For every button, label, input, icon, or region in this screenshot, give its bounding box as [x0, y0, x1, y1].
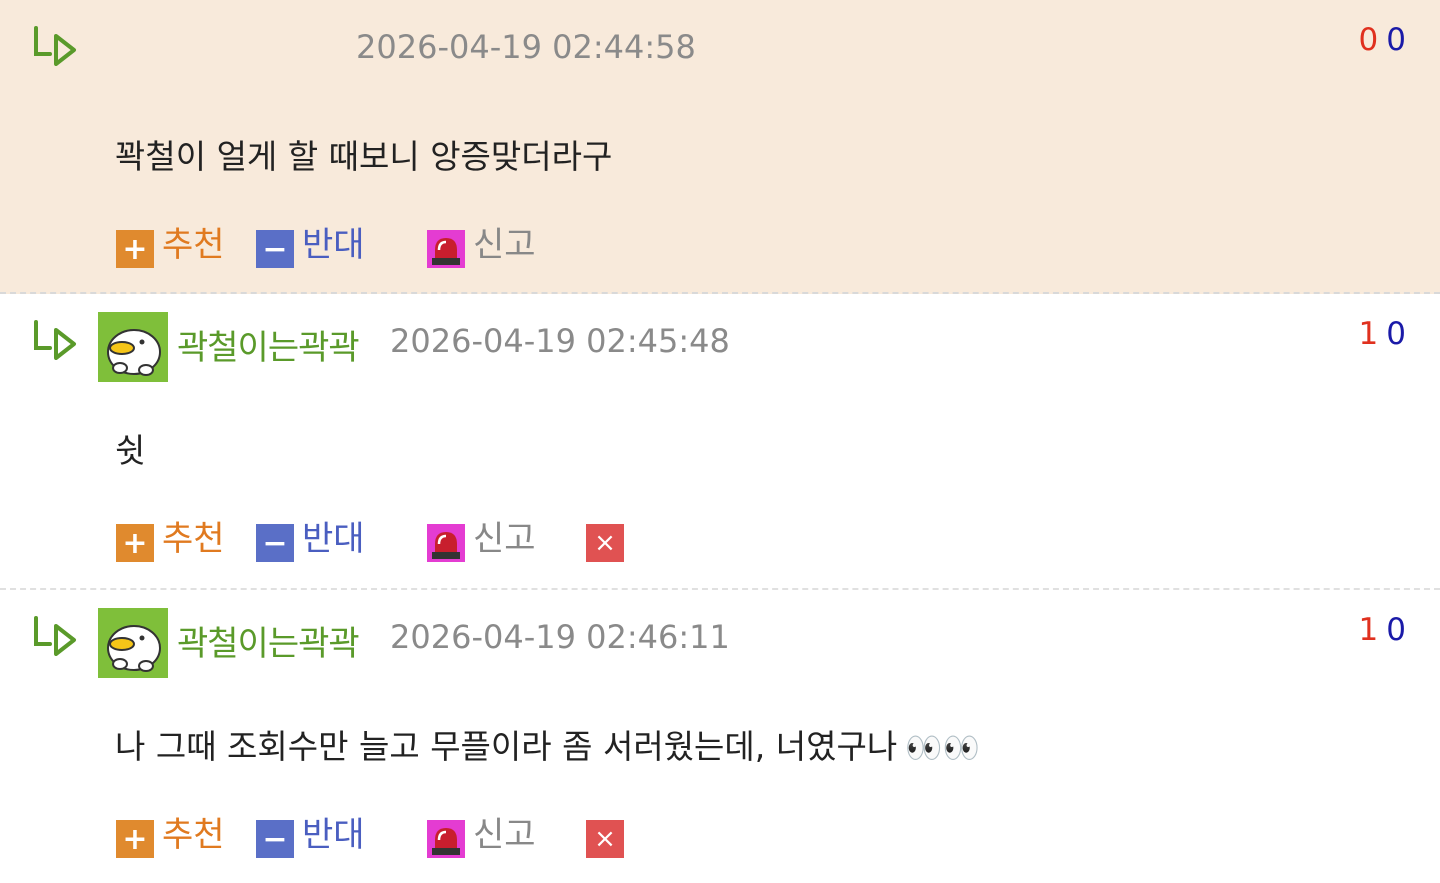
comment-item: 곽철이는곽곽 2026-04-19 02:45:48 10 쉿 + 추천 − 반…: [0, 294, 1440, 590]
comment-datetime: 2026-04-19 02:46:11: [390, 618, 730, 656]
delete-button[interactable]: ×: [586, 516, 632, 562]
oppose-label: 반대: [302, 225, 365, 265]
recommend-label: 추천: [162, 815, 225, 855]
nickname[interactable]: 곽철이는곽곽: [177, 616, 360, 665]
eyes-emoji: 👀👀: [905, 731, 980, 766]
down-vote-count: 0: [1386, 22, 1406, 58]
comment-actions: + 추천 − 반대 신고 ×: [116, 516, 676, 562]
report-label: 신고: [473, 225, 536, 265]
down-vote-count: 0: [1386, 612, 1406, 648]
comment-body: 쉿: [115, 431, 146, 470]
comment-datetime: 2026-04-19 02:45:48: [390, 322, 730, 360]
comment-body: 나 그때 조회수만 늘고 무플이라 좀 서러웠는데, 너였구나: [115, 727, 898, 766]
recommend-label: 추천: [162, 225, 225, 265]
minus-icon: −: [256, 820, 294, 858]
comment-text: 꽉철이 얼게 할 때보니 앙증맞더라구: [115, 130, 612, 178]
comment-datetime: 2026-04-19 02:44:58: [356, 28, 696, 66]
oppose-label: 반대: [302, 519, 365, 559]
siren-icon: [427, 230, 465, 268]
up-vote-count: 1: [1358, 316, 1379, 352]
siren-icon: [427, 524, 465, 562]
plus-icon: +: [116, 820, 154, 858]
reply-arrow-icon: [34, 616, 76, 656]
oppose-button[interactable]: − 반대: [256, 516, 365, 562]
oppose-button[interactable]: − 반대: [256, 222, 365, 268]
up-vote-count: 0: [1358, 22, 1379, 58]
comment-actions: + 추천 − 반대 신고: [116, 222, 676, 268]
recommend-label: 추천: [162, 519, 225, 559]
report-button[interactable]: 신고: [427, 812, 536, 858]
down-vote-count: 0: [1386, 316, 1406, 352]
minus-icon: −: [256, 524, 294, 562]
report-button[interactable]: 신고: [427, 516, 536, 562]
close-icon: ×: [586, 524, 624, 562]
nickname[interactable]: 곽철이는곽곽: [177, 320, 360, 369]
reply-arrow-icon: [34, 26, 76, 66]
comment-item: 2026-04-19 02:44:58 00 꽉철이 얼게 할 때보니 앙증맞더…: [0, 0, 1440, 294]
plus-icon: +: [116, 230, 154, 268]
comment-item: 곽철이는곽곽 2026-04-19 02:46:11 10 나 그때 조회수만 …: [0, 590, 1440, 883]
vote-counts: 00: [1359, 22, 1406, 58]
report-button[interactable]: 신고: [427, 222, 536, 268]
close-icon: ×: [586, 820, 624, 858]
reply-arrow-icon: [34, 320, 76, 360]
comment-text: 쉿: [115, 424, 145, 472]
comment-actions: + 추천 − 반대 신고 ×: [116, 812, 676, 858]
recommend-button[interactable]: + 추천: [116, 516, 225, 562]
oppose-button[interactable]: − 반대: [256, 812, 365, 858]
oppose-label: 반대: [302, 815, 365, 855]
duck-avatar[interactable]: [98, 312, 168, 382]
plus-icon: +: [116, 524, 154, 562]
recommend-button[interactable]: + 추천: [116, 812, 225, 858]
siren-icon: [427, 820, 465, 858]
duck-avatar[interactable]: [98, 608, 168, 678]
vote-counts: 10: [1359, 316, 1406, 352]
up-vote-count: 1: [1358, 612, 1379, 648]
recommend-button[interactable]: + 추천: [116, 222, 225, 268]
vote-counts: 10: [1359, 612, 1406, 648]
comment-text: 나 그때 조회수만 늘고 무플이라 좀 서러웠는데, 너였구나 👀👀: [115, 720, 980, 768]
delete-button[interactable]: ×: [586, 812, 632, 858]
report-label: 신고: [473, 815, 536, 855]
minus-icon: −: [256, 230, 294, 268]
report-label: 신고: [473, 519, 536, 559]
comment-body: 꽉철이 얼게 할 때보니 앙증맞더라구: [115, 137, 613, 176]
